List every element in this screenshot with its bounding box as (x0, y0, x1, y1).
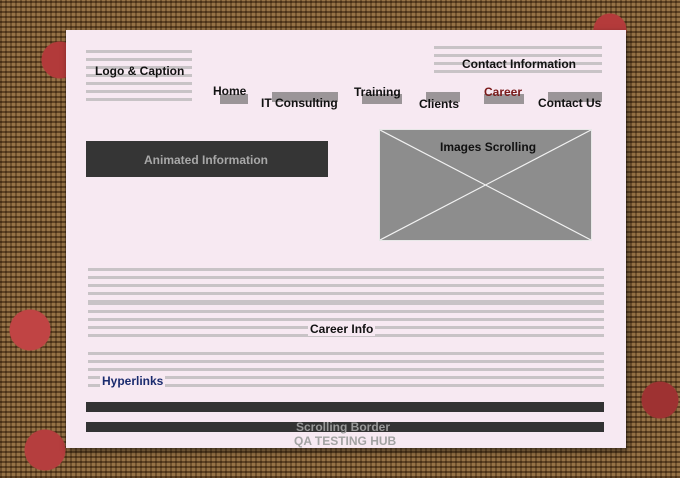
scrolling-border-top (86, 402, 604, 412)
nav-item-home[interactable]: Home (213, 84, 246, 98)
nav-item-training[interactable]: Training (354, 85, 401, 99)
scrolling-border-label: Scrolling Border (296, 420, 391, 434)
animated-information-label: Animated Information (144, 153, 269, 167)
career-info-lines (88, 268, 604, 302)
nav-item-it-consulting[interactable]: IT Consulting (261, 96, 338, 110)
hyperlinks-lines (88, 352, 604, 388)
nav-item-clients[interactable]: Clients (419, 97, 459, 111)
career-info-label: Career Info (308, 322, 376, 336)
images-scrolling-label: Images Scrolling (440, 140, 537, 154)
hyperlinks-label[interactable]: Hyperlinks (100, 374, 166, 388)
brand-footer: QA TESTING HUB (294, 434, 397, 448)
logo-caption-label: Logo & Caption (95, 64, 185, 78)
nav-item-career[interactable]: Career (484, 85, 522, 99)
nav-item-contact-us[interactable]: Contact Us (538, 96, 601, 110)
contact-info-label: Contact Information (462, 57, 576, 71)
wireframe-page: Logo & Caption Contact Information Home … (66, 30, 626, 448)
